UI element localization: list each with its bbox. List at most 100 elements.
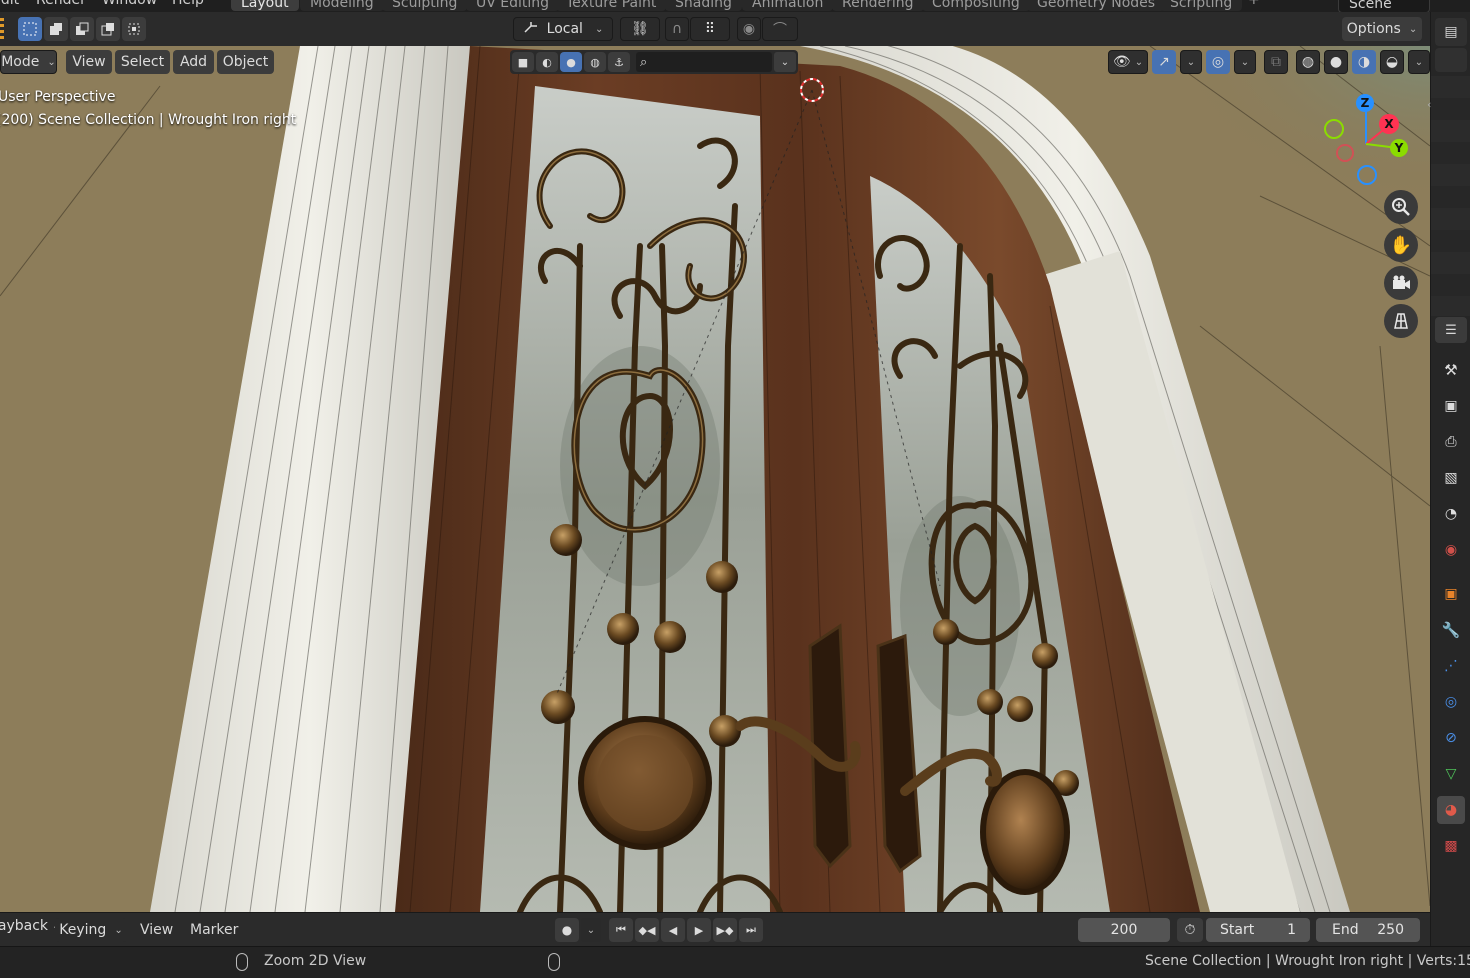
shading-material[interactable]: ◑ bbox=[1352, 50, 1376, 74]
proportional-edit-toggle[interactable]: ◉ bbox=[737, 17, 761, 41]
select-new-icon[interactable] bbox=[18, 17, 42, 41]
start-frame-field[interactable]: Start 1 bbox=[1206, 918, 1310, 942]
tab-geometry-nodes[interactable]: Geometry Nodes bbox=[1027, 0, 1166, 11]
tab-shading[interactable]: Shading bbox=[665, 0, 742, 11]
material-filter-icon[interactable]: ● bbox=[560, 52, 582, 72]
tab-animation[interactable]: Animation bbox=[742, 0, 834, 11]
scene-icon[interactable]: ◔ bbox=[1437, 500, 1465, 528]
search-input[interactable]: ⌕ bbox=[636, 52, 772, 72]
hand-pan-icon[interactable]: ✋ bbox=[1384, 228, 1418, 262]
snap-toggle[interactable]: ∩ bbox=[665, 17, 689, 41]
add-workspace-button[interactable]: + bbox=[1248, 0, 1260, 8]
world-filter-icon[interactable]: ◍ bbox=[584, 52, 606, 72]
object-menu[interactable]: Object bbox=[217, 50, 274, 74]
physics-icon[interactable]: ◎ bbox=[1437, 688, 1465, 716]
options-dropdown[interactable]: Options ⌄ bbox=[1342, 17, 1422, 41]
drag-handle[interactable] bbox=[0, 18, 4, 40]
mode-dropdown[interactable]: Mode ⌄ bbox=[0, 50, 57, 74]
view-menu[interactable]: View bbox=[66, 50, 112, 74]
data-icon[interactable]: ▽ bbox=[1437, 760, 1465, 788]
shading-wireframe[interactable]: ◍ bbox=[1296, 50, 1320, 74]
select-menu[interactable]: Select bbox=[115, 50, 170, 74]
modifier-icon[interactable]: 🔧 bbox=[1437, 616, 1465, 644]
falloff-dropdown[interactable]: ⌒ bbox=[762, 17, 798, 41]
object-icon[interactable]: ▣ bbox=[1437, 580, 1465, 608]
axis-y-ball[interactable]: Y bbox=[1390, 139, 1408, 157]
tab-uv-editing[interactable]: UV Editing bbox=[466, 0, 560, 11]
tab-sculpting[interactable]: Sculpting bbox=[382, 0, 468, 11]
play-icon[interactable]: ▶ bbox=[687, 918, 711, 942]
use-preview-range-toggle[interactable]: ⏱ bbox=[1177, 918, 1203, 942]
menu-help[interactable]: Help bbox=[172, 0, 204, 8]
playback-menu[interactable]: Playback ⌄ bbox=[0, 918, 60, 934]
view-menu-timeline[interactable]: View bbox=[140, 922, 173, 938]
tool-icon[interactable]: ⚒ bbox=[1437, 356, 1465, 384]
pivot-point-dropdown[interactable]: ⛓ bbox=[620, 17, 660, 41]
scene-selector[interactable]: Scene bbox=[1338, 0, 1430, 12]
menu-edit[interactable]: Edit bbox=[0, 0, 19, 8]
grid-ortho-icon[interactable] bbox=[1384, 304, 1418, 338]
status-hint: Zoom 2D View bbox=[264, 953, 367, 969]
axis-y-label: Y bbox=[1394, 141, 1404, 155]
select-extend-icon[interactable] bbox=[44, 17, 68, 41]
3d-viewport[interactable]: Mode ⌄ View Select Add Object ■ ◐ ● ◍ ⚓ … bbox=[0, 46, 1430, 912]
snap-target-dropdown[interactable]: ⠿ bbox=[690, 17, 730, 41]
perspective-label: User Perspective bbox=[0, 89, 116, 105]
render-icon[interactable]: ▣ bbox=[1437, 392, 1465, 420]
keying-menu[interactable]: Keying ⌄ bbox=[55, 918, 127, 942]
select-invert-icon[interactable] bbox=[96, 17, 120, 41]
jump-start-icon[interactable]: ⏮ bbox=[609, 918, 633, 942]
gizmo-dropdown[interactable]: ⌄ bbox=[1180, 50, 1202, 74]
chevron-left-icon[interactable]: ‹ bbox=[1427, 98, 1431, 111]
tab-modeling[interactable]: Modeling bbox=[300, 0, 384, 11]
current-frame-field[interactable]: 200 bbox=[1078, 918, 1170, 942]
material-icon[interactable]: ◕ bbox=[1437, 796, 1465, 824]
marker-menu[interactable]: Marker bbox=[190, 922, 238, 938]
texture-icon[interactable]: ▩ bbox=[1437, 832, 1465, 860]
navigation-gizmo[interactable]: Z X Y bbox=[1310, 86, 1420, 196]
select-intersect-icon[interactable] bbox=[122, 17, 146, 41]
particles-icon[interactable]: ⋰ bbox=[1437, 652, 1465, 680]
shading-dropdown[interactable]: ⌄ bbox=[1408, 50, 1430, 74]
select-subtract-icon[interactable] bbox=[70, 17, 94, 41]
tab-scripting[interactable]: Scripting bbox=[1160, 0, 1243, 11]
tab-layout[interactable]: Layout bbox=[231, 0, 299, 11]
tab-compositing[interactable]: Compositing bbox=[922, 0, 1030, 11]
menu-window[interactable]: Window bbox=[102, 0, 157, 8]
gizmo-toggle[interactable]: ↗ bbox=[1152, 50, 1176, 74]
zoom-icon[interactable] bbox=[1384, 190, 1418, 224]
jump-keyframe-forward-icon[interactable]: ▶◆ bbox=[713, 918, 737, 942]
xray-toggle[interactable]: ⧉ bbox=[1264, 50, 1288, 74]
overlay-toggle[interactable]: ◎ bbox=[1206, 50, 1230, 74]
solid-filter-icon[interactable]: ◐ bbox=[536, 52, 558, 72]
constraints-icon[interactable]: ⊘ bbox=[1437, 724, 1465, 752]
tab-texture-paint[interactable]: Texture Paint bbox=[556, 0, 667, 11]
axis-x-ball[interactable]: X bbox=[1379, 114, 1399, 134]
jump-keyframe-back-icon[interactable]: ◆◀ bbox=[635, 918, 659, 942]
editor-type-icon[interactable]: ▤ bbox=[1435, 18, 1467, 46]
top-menu-bar: Edit Render Window Help Layout Modeling … bbox=[0, 0, 1470, 12]
filter-dropdown[interactable]: ⌄ bbox=[774, 52, 796, 72]
menu-render[interactable]: Render bbox=[36, 0, 86, 8]
add-menu[interactable]: Add bbox=[173, 50, 214, 74]
world-icon[interactable]: ◉ bbox=[1437, 536, 1465, 564]
snap-grid-icon: ⠿ bbox=[704, 21, 716, 37]
properties-editor-icon[interactable]: ☰ bbox=[1435, 317, 1467, 343]
end-frame-field[interactable]: End 250 bbox=[1316, 918, 1420, 942]
auto-keying-toggle[interactable]: ● bbox=[555, 918, 579, 942]
shading-solid[interactable]: ● bbox=[1324, 50, 1348, 74]
wire-filter-icon[interactable]: ■ bbox=[512, 52, 534, 72]
view-layer-icon[interactable]: ▧ bbox=[1437, 464, 1465, 492]
play-reverse-icon[interactable]: ◀ bbox=[661, 918, 685, 942]
tab-rendering[interactable]: Rendering bbox=[832, 0, 924, 11]
overlay-dropdown[interactable]: ⌄ bbox=[1234, 50, 1256, 74]
light-filter-icon[interactable]: ⚓ bbox=[608, 52, 630, 72]
shading-rendered[interactable]: ◒ bbox=[1380, 50, 1404, 74]
axis-z-ball[interactable]: Z bbox=[1356, 94, 1374, 112]
keying-set-dropdown[interactable]: ⌄ bbox=[581, 918, 601, 942]
visibility-dropdown[interactable]: 👁 ⌄ bbox=[1108, 50, 1148, 74]
transform-orientation-dropdown[interactable]: Local ⌄ bbox=[513, 17, 613, 41]
jump-end-icon[interactable]: ⏭ bbox=[739, 918, 763, 942]
camera-icon[interactable] bbox=[1384, 266, 1418, 300]
output-icon[interactable]: ⎙ bbox=[1437, 428, 1465, 456]
